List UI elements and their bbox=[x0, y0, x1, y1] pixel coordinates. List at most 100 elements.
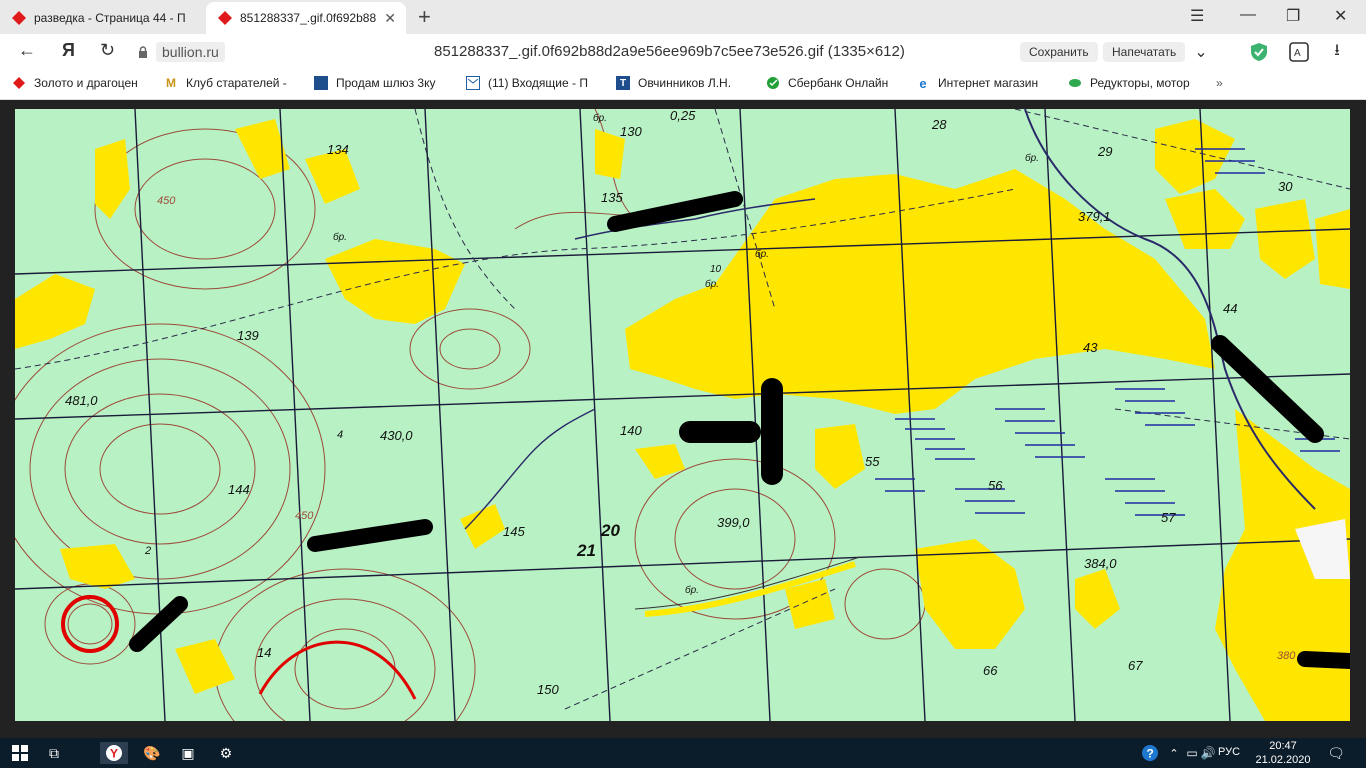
elevation-label: 135 bbox=[601, 190, 623, 205]
domain-label: bullion.ru bbox=[156, 42, 225, 62]
map-symbol: 4 bbox=[337, 429, 343, 441]
grid-number: 55 bbox=[865, 454, 880, 469]
contour-label: 450 bbox=[157, 195, 176, 207]
ford-label: бр. bbox=[755, 248, 769, 260]
elevation-label: 134 bbox=[327, 142, 349, 157]
close-tab-icon[interactable]: ✕ bbox=[384, 10, 396, 27]
tab-image[interactable]: 851288337_.gif.0f692b88 ✕ bbox=[206, 2, 406, 34]
ie-icon: e bbox=[919, 75, 927, 91]
bookmark-item[interactable]: (11) Входящие - П bbox=[466, 76, 598, 90]
translate-icon[interactable]: A bbox=[1288, 41, 1310, 63]
contour-label: 380 bbox=[1277, 650, 1296, 662]
bookmark-item[interactable]: Золото и драгоцен bbox=[12, 76, 144, 90]
bookmark-label: Золото и драгоцен bbox=[34, 76, 138, 90]
page-title: 851288337_.gif.0f692b88d2a9e56ee969b7c5e… bbox=[434, 43, 905, 60]
site-icon bbox=[314, 76, 328, 90]
elevation-label: 14 bbox=[257, 645, 271, 660]
tanks-game-icon[interactable]: ▣ bbox=[174, 742, 202, 764]
tab-title: разведка - Страница 44 - П bbox=[34, 11, 186, 25]
bookmark-label: Овчинников Л.Н. bbox=[638, 76, 732, 90]
grid-number: 44 bbox=[1223, 301, 1237, 316]
svg-text:?: ? bbox=[1147, 747, 1154, 761]
grid-number: 28 bbox=[931, 117, 947, 132]
bookmark-label: Продам шлюз 3ку bbox=[336, 76, 436, 90]
new-tab-button[interactable]: + bbox=[418, 4, 431, 30]
tab-title: 851288337_.gif.0f692b88 bbox=[240, 11, 377, 25]
bookmark-label: (11) Входящие - П bbox=[488, 76, 588, 90]
language-indicator[interactable]: РУС bbox=[1218, 746, 1240, 758]
address-bar: ← Я ↻ bullion.ru 851288337_.gif.0f692b88… bbox=[0, 34, 1366, 70]
topographic-map-image: 134 130 0,25 28 29 30 135 379,1 44 43 13… bbox=[15, 109, 1350, 721]
contour-label: 450 bbox=[295, 510, 314, 522]
print-button[interactable]: Напечатать bbox=[1103, 42, 1186, 62]
lock-icon bbox=[139, 46, 147, 58]
leaf-icon bbox=[1068, 76, 1082, 90]
bookmark-label: Редукторы, мотор bbox=[1090, 76, 1190, 90]
clock[interactable]: 20:47 21.02.2020 bbox=[1248, 738, 1318, 767]
t-logo-icon: T bbox=[616, 76, 630, 90]
grid-number: 20 bbox=[600, 521, 620, 540]
elevation-label: 140 bbox=[620, 423, 642, 438]
minimize-icon[interactable]: — bbox=[1240, 6, 1256, 24]
red-diamond-icon bbox=[12, 76, 26, 90]
tab-bar: разведка - Страница 44 - П 851288337_.gi… bbox=[0, 0, 1366, 34]
bookmark-item[interactable]: Продам шлюз 3ку bbox=[314, 76, 446, 90]
elevation-label: 144 bbox=[228, 482, 250, 497]
svg-text:A: A bbox=[1294, 48, 1301, 59]
windows-taskbar: ⧉ Y 🎨 ▣ ⚙ ? ⌃ ▭ 🔊 РУС 20:47 21.02.2020 🗨 bbox=[0, 738, 1366, 768]
map-symbol: 2 bbox=[144, 545, 151, 557]
elevation-label: 430,0 bbox=[380, 428, 413, 443]
bookmark-item[interactable]: Сбербанк Онлайн bbox=[766, 76, 898, 90]
grid-number: 21 bbox=[576, 541, 596, 560]
ford-label: бр. bbox=[1025, 152, 1039, 164]
bookmark-item[interactable]: T Овчинников Л.Н. bbox=[616, 76, 748, 90]
elevation-label: 481,0 bbox=[65, 393, 98, 408]
image-viewer: 134 130 0,25 28 29 30 135 379,1 44 43 13… bbox=[0, 100, 1366, 738]
url-field[interactable]: bullion.ru bbox=[138, 41, 225, 63]
settings-gear-icon[interactable]: ⚙ bbox=[212, 742, 240, 764]
elevation-label: 139 bbox=[237, 328, 259, 343]
save-button[interactable]: Сохранить bbox=[1020, 42, 1098, 62]
download-icon[interactable]: ⭳ bbox=[1326, 41, 1348, 63]
bookmark-label: Сбербанк Онлайн bbox=[788, 76, 889, 90]
grid-number: 43 bbox=[1083, 340, 1098, 355]
yandex-browser-icon[interactable]: Y bbox=[100, 742, 128, 764]
task-view-icon[interactable]: ⧉ bbox=[40, 742, 68, 764]
clock-time: 20:47 bbox=[1269, 740, 1297, 752]
red-diamond-icon bbox=[218, 11, 232, 25]
map-symbol: 10 bbox=[710, 264, 722, 275]
svg-text:Y: Y bbox=[110, 747, 118, 761]
bookmark-item[interactable]: e Интернет магазин bbox=[916, 75, 1048, 91]
close-window-icon[interactable]: ✕ bbox=[1334, 6, 1347, 26]
grid-number: 57 bbox=[1161, 510, 1176, 525]
more-bookmarks-icon[interactable]: » bbox=[1216, 76, 1223, 90]
windows-start-icon[interactable] bbox=[6, 742, 34, 764]
grid-number: 56 bbox=[988, 478, 1003, 493]
paint-icon[interactable]: 🎨 bbox=[138, 742, 166, 764]
elevation-label: 130 bbox=[620, 124, 642, 139]
reload-icon[interactable]: ↻ bbox=[100, 40, 115, 61]
mail-icon bbox=[466, 76, 480, 90]
shield-icon[interactable] bbox=[1248, 41, 1270, 63]
ford-label: бр. bbox=[685, 584, 699, 596]
ford-label: бр. bbox=[333, 231, 347, 243]
back-arrow-icon[interactable]: ← bbox=[18, 40, 36, 61]
grid-number: 66 bbox=[983, 663, 998, 678]
chevron-down-icon[interactable]: ⌄ bbox=[1190, 41, 1212, 63]
clock-date: 21.02.2020 bbox=[1255, 754, 1311, 766]
bookmark-label: Клуб старателей - bbox=[186, 76, 287, 90]
tab-razvedka[interactable]: разведка - Страница 44 - П bbox=[0, 2, 204, 34]
browser-window: разведка - Страница 44 - П 851288337_.gi… bbox=[0, 0, 1366, 738]
notifications-icon[interactable]: 🗨 bbox=[1322, 742, 1350, 764]
grid-number: 29 bbox=[1097, 144, 1112, 159]
grid-number: 67 bbox=[1128, 658, 1143, 673]
elevation-label: 399,0 bbox=[717, 515, 750, 530]
menu-icon[interactable]: ☰ bbox=[1190, 6, 1204, 26]
grid-number: 30 bbox=[1278, 179, 1293, 194]
restore-icon[interactable]: ❐ bbox=[1286, 6, 1300, 26]
sber-icon bbox=[766, 76, 780, 90]
bookmark-item[interactable]: M Клуб старателей - bbox=[164, 76, 296, 90]
bookmark-item[interactable]: Редукторы, мотор bbox=[1068, 76, 1200, 90]
elevation-label: 384,0 bbox=[1084, 556, 1117, 571]
yandex-logo-icon[interactable]: Я bbox=[62, 40, 75, 61]
